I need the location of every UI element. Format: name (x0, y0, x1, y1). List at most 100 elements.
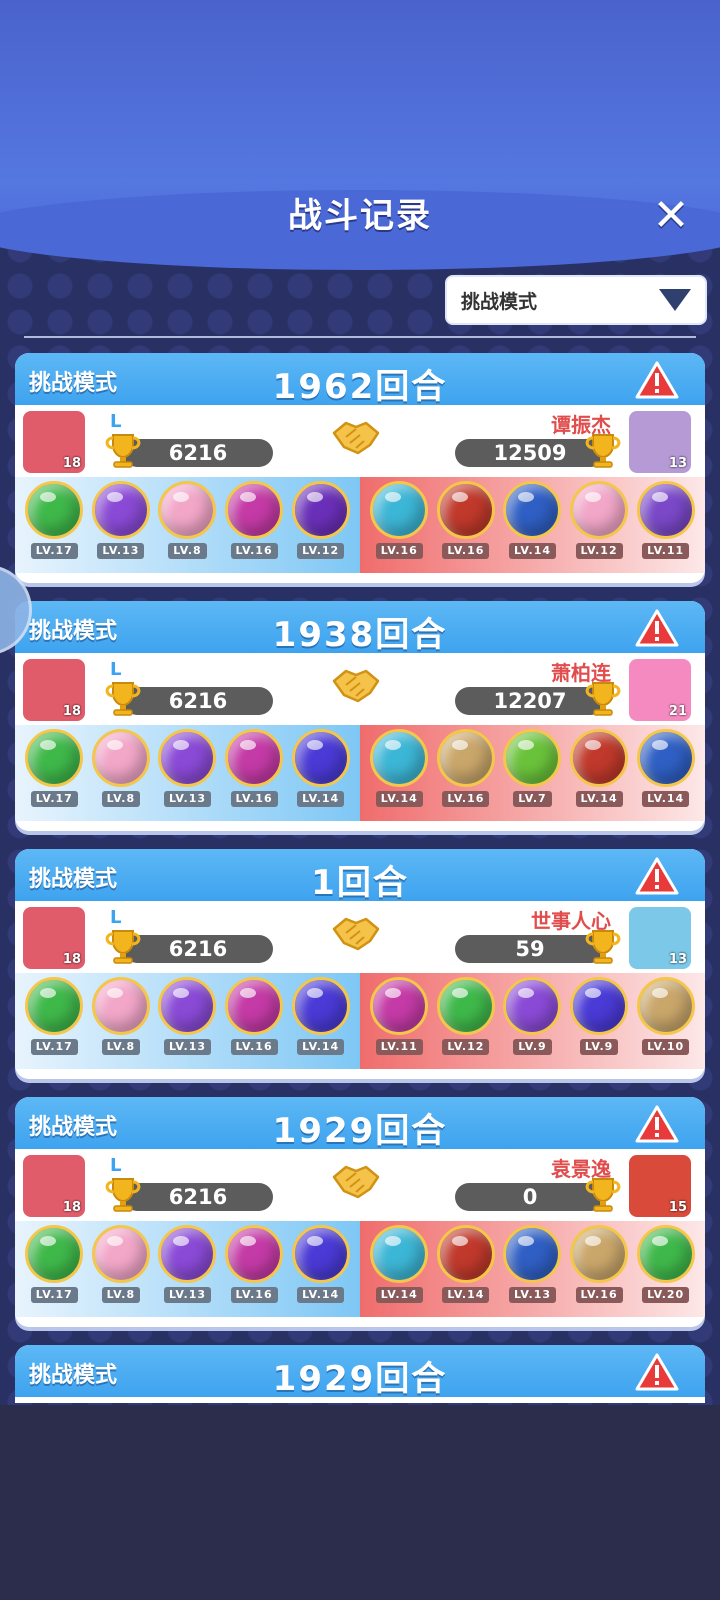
pet-orb-icon (370, 481, 429, 539)
pet-level: LV.8 (168, 543, 207, 559)
pet-orb-icon (370, 1225, 429, 1283)
pet-slot[interactable]: LV.12 (568, 477, 630, 559)
pet-level: LV.16 (230, 1039, 278, 1055)
card-header: 挑战模式 1回合 (15, 849, 705, 903)
pet-slot[interactable]: LV.16 (223, 725, 285, 807)
report-warning-icon[interactable] (635, 609, 679, 647)
report-warning-icon[interactable] (635, 1353, 679, 1391)
pet-level: LV.16 (442, 791, 490, 807)
pet-orb-icon (225, 1225, 284, 1283)
battle-record-list[interactable]: 挑战模式 1962回合 18 L 6216 谭振杰 12509 13 LV.17 LV.13 LV.… (0, 345, 720, 1403)
bottom-area (0, 1405, 720, 1600)
pet-orb-icon (291, 977, 350, 1035)
pet-slot[interactable]: LV.16 (435, 477, 497, 559)
player-pets: LV.17 LV.8 LV.13 LV.16 LV.14 (15, 725, 360, 821)
pet-slot[interactable]: LV.10 (635, 973, 697, 1055)
pet-level: LV.20 (642, 1287, 690, 1303)
player-avatar[interactable]: 18 (23, 411, 85, 473)
pet-slot[interactable]: LV.14 (290, 725, 352, 807)
report-warning-icon[interactable] (635, 1105, 679, 1143)
pet-slot[interactable]: LV.8 (156, 477, 218, 559)
player-pets: LV.17 LV.8 LV.13 LV.16 LV.14 (15, 1221, 360, 1317)
opponent-avatar[interactable]: 13 (629, 411, 691, 473)
pet-slot[interactable]: LV.14 (290, 1221, 352, 1303)
battle-record-card[interactable]: 挑战模式 1929回合 (15, 1345, 705, 1403)
pet-slot[interactable]: LV.14 (435, 1221, 497, 1303)
pet-slot[interactable]: LV.16 (223, 1221, 285, 1303)
pet-slot[interactable]: LV.16 (368, 477, 430, 559)
pet-level: LV.17 (30, 791, 78, 807)
dropdown-triangle-icon (659, 289, 691, 311)
pet-level: LV.16 (575, 1287, 623, 1303)
pet-slot[interactable]: LV.16 (223, 477, 285, 559)
pet-slot[interactable]: LV.14 (568, 725, 630, 807)
pet-slot[interactable]: LV.13 (156, 973, 218, 1055)
pet-slot[interactable]: LV.17 (23, 477, 85, 559)
pet-slot[interactable]: LV.7 (501, 725, 563, 807)
battle-record-card[interactable]: 挑战模式 1938回合 18 L 6216 萧柏连 12207 21 LV.17 LV.8 LV.1… (15, 601, 705, 831)
pet-level: LV.17 (30, 1287, 78, 1303)
pet-slot[interactable]: LV.11 (635, 477, 697, 559)
player-avatar[interactable]: 18 (23, 907, 85, 969)
pet-slot[interactable]: LV.11 (368, 973, 430, 1055)
pet-slot[interactable]: LV.16 (568, 1221, 630, 1303)
pet-slot[interactable]: LV.14 (635, 725, 697, 807)
pet-orb-icon (570, 1225, 629, 1283)
pet-slot[interactable]: LV.9 (568, 973, 630, 1055)
pet-slot[interactable]: LV.16 (223, 973, 285, 1055)
opponent-avatar-level: 21 (668, 704, 687, 719)
battle-record-card[interactable]: 挑战模式 1929回合 18 L 6216 袁景逸 0 15 LV.17 LV.8 LV.13 LV.… (15, 1097, 705, 1327)
pet-level: LV.10 (642, 1039, 690, 1055)
pet-slot[interactable]: LV.13 (90, 477, 152, 559)
opponent-pets: LV.14 LV.14 LV.13 LV.16 LV.20 (360, 1221, 705, 1317)
pet-slot[interactable]: LV.13 (501, 1221, 563, 1303)
pet-slot[interactable]: LV.9 (501, 973, 563, 1055)
pet-slot[interactable]: LV.13 (156, 725, 218, 807)
opponent-avatar-level: 15 (668, 1200, 687, 1215)
pet-slot[interactable]: LV.8 (90, 1221, 152, 1303)
report-warning-icon[interactable] (635, 361, 679, 399)
pet-slot[interactable]: LV.12 (290, 477, 352, 559)
pet-slot[interactable]: LV.14 (368, 1221, 430, 1303)
close-icon[interactable]: ✕ (648, 193, 694, 239)
pet-slot[interactable]: LV.12 (435, 973, 497, 1055)
pet-slot[interactable]: LV.14 (290, 973, 352, 1055)
pet-level: LV.11 (642, 543, 690, 559)
player-name: L (110, 907, 122, 928)
trophy-icon (583, 1175, 623, 1213)
pet-level: LV.14 (375, 791, 423, 807)
pet-level: LV.7 (513, 791, 552, 807)
opponent-avatar[interactable]: 15 (629, 1155, 691, 1217)
pet-orb-icon (570, 977, 629, 1035)
player-avatar[interactable]: 18 (23, 659, 85, 721)
battle-record-card[interactable]: 挑战模式 1962回合 18 L 6216 谭振杰 12509 13 LV.17 LV.13 LV.… (15, 353, 705, 583)
pet-orb-icon (503, 1225, 562, 1283)
pet-slot[interactable]: LV.17 (23, 973, 85, 1055)
opponent-avatar[interactable]: 13 (629, 907, 691, 969)
pet-orb-icon (370, 977, 429, 1035)
pet-level: LV.14 (297, 1039, 345, 1055)
pet-slot[interactable]: LV.16 (435, 725, 497, 807)
pet-level: LV.14 (297, 791, 345, 807)
battle-record-card[interactable]: 挑战模式 1回合 18 L 6216 世事人心 59 13 LV.17 LV.8 LV.13 LV.1… (15, 849, 705, 1079)
pet-slot[interactable]: LV.8 (90, 973, 152, 1055)
trophy-icon (583, 431, 623, 469)
pet-slot[interactable]: LV.8 (90, 725, 152, 807)
pet-level: LV.14 (575, 791, 623, 807)
pet-slot[interactable]: LV.20 (635, 1221, 697, 1303)
pet-orb-icon (503, 729, 562, 787)
rounds-count: 1938回合 (272, 615, 448, 655)
report-warning-icon[interactable] (635, 857, 679, 895)
pet-slot[interactable]: LV.14 (368, 725, 430, 807)
mode-filter-dropdown[interactable]: 挑战模式 (445, 275, 707, 325)
pet-slot[interactable]: LV.17 (23, 1221, 85, 1303)
player-avatar[interactable]: 18 (23, 1155, 85, 1217)
pet-slot[interactable]: LV.13 (156, 1221, 218, 1303)
pet-level: LV.9 (579, 1039, 619, 1055)
pet-slot[interactable]: LV.14 (501, 477, 563, 559)
pet-orb-icon (436, 481, 495, 539)
opponent-avatar[interactable]: 21 (629, 659, 691, 721)
pet-orb-icon (158, 481, 217, 539)
pet-slot[interactable]: LV.17 (23, 725, 85, 807)
divider (24, 336, 696, 338)
